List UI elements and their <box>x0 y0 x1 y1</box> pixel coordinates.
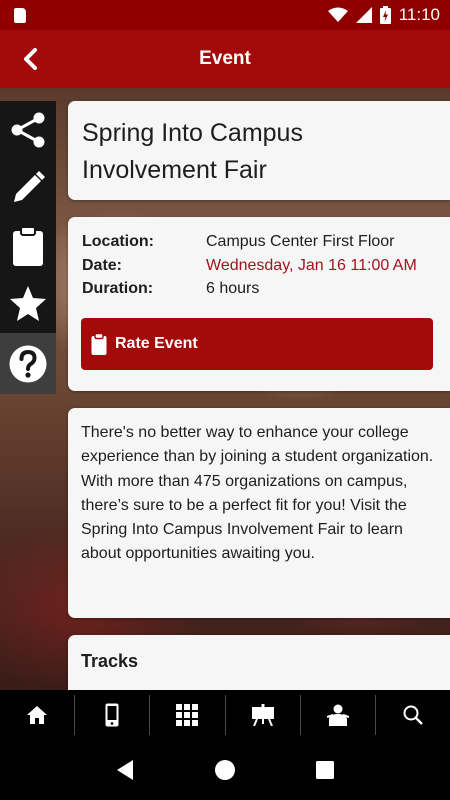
status-time: 11:10 <box>398 5 440 24</box>
tab-phone[interactable] <box>75 695 151 735</box>
sd-card-icon <box>14 7 26 23</box>
date-row: Date: Wednesday, Jan 16 11:00 AM <box>82 254 436 278</box>
star-icon <box>10 286 46 321</box>
clipboard-icon <box>91 333 107 355</box>
back-triangle-icon <box>117 760 133 780</box>
tab-home[interactable] <box>0 695 76 735</box>
duration-label: Duration: <box>82 280 154 297</box>
home-icon <box>27 706 48 724</box>
rate-event-label: Rate Event <box>115 335 198 352</box>
share-icon <box>11 112 45 148</box>
event-info-card: Location: Campus Center First Floor Date… <box>68 217 450 391</box>
date-value: Wednesday, Jan 16 11:00 AM <box>206 256 417 274</box>
system-nav-bar <box>0 740 450 800</box>
wifi-icon <box>327 7 348 22</box>
help-button[interactable] <box>0 333 56 394</box>
app-bar: Event <box>0 30 450 88</box>
system-recents-button[interactable] <box>305 750 345 790</box>
cell-signal-icon <box>355 7 372 23</box>
bottom-tab-bar <box>0 690 450 740</box>
pencil-icon <box>14 171 45 202</box>
status-bar: 11:10 <box>0 0 450 30</box>
back-button[interactable] <box>10 39 50 79</box>
event-description: There's no better way to enhance your co… <box>81 424 434 563</box>
recents-square-icon <box>316 761 334 779</box>
edit-button[interactable] <box>0 159 56 217</box>
date-label: Date: <box>82 256 123 274</box>
favorite-button[interactable] <box>0 275 56 333</box>
battery-charging-icon <box>379 6 391 24</box>
help-icon <box>9 345 47 382</box>
phone-icon <box>105 703 119 727</box>
notes-button[interactable] <box>0 217 56 275</box>
rate-event-button[interactable]: Rate Event <box>81 318 433 370</box>
tab-people[interactable] <box>301 695 376 735</box>
page-title: Event <box>199 48 251 69</box>
home-circle-icon <box>215 760 235 780</box>
duration-row: Duration: 6 hours <box>82 277 436 301</box>
search-icon <box>403 705 423 725</box>
location-row: Location: Campus Center First Floor <box>82 230 436 254</box>
tab-search[interactable] <box>376 695 450 735</box>
side-toolbar <box>0 101 56 394</box>
share-button[interactable] <box>0 101 56 159</box>
qr-grid-icon <box>176 704 199 726</box>
duration-value: 6 hours <box>206 280 260 297</box>
clipboard-icon <box>13 226 43 266</box>
event-title-card: Spring Into Campus Involvement Fair <box>68 101 450 200</box>
location-value: Campus Center First Floor <box>206 233 395 250</box>
event-description-card: There's no better way to enhance your co… <box>68 408 450 618</box>
event-title: Spring Into Campus Involvement Fair <box>82 119 303 184</box>
person-icon <box>326 704 349 726</box>
chevron-left-icon <box>24 48 37 70</box>
system-home-button[interactable] <box>205 750 245 790</box>
tab-grid[interactable] <box>150 695 226 735</box>
system-back-button[interactable] <box>105 750 145 790</box>
tracks-heading: Tracks <box>81 651 139 671</box>
tab-presentation[interactable] <box>226 695 301 735</box>
presentation-icon <box>251 704 274 726</box>
location-label: Location: <box>82 233 154 250</box>
